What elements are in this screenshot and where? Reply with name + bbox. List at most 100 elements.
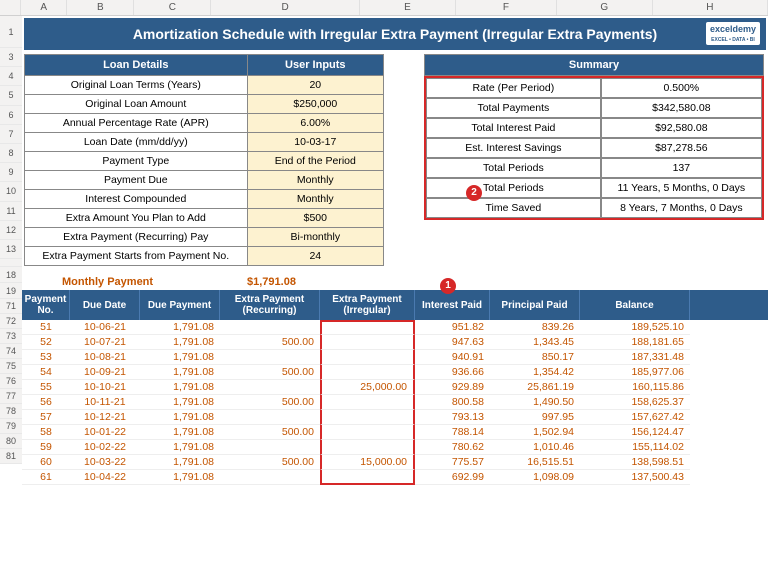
grid-cell[interactable]: 10-11-21: [70, 395, 140, 410]
grid-cell[interactable]: 1,098.09: [490, 470, 580, 485]
grid-cell[interactable]: 16,515.51: [490, 455, 580, 470]
grid-cell[interactable]: 25,861.19: [490, 380, 580, 395]
grid-cell[interactable]: 55: [22, 380, 70, 395]
row-label-73[interactable]: 73: [0, 329, 22, 344]
grid-cell[interactable]: 940.91: [415, 350, 490, 365]
row-label-76[interactable]: 76: [0, 374, 22, 389]
grid-cell[interactable]: 1,791.08: [140, 365, 220, 380]
grid-cell[interactable]: 929.89: [415, 380, 490, 395]
loan-input[interactable]: Bi-monthly: [247, 228, 383, 247]
grid-cell[interactable]: [320, 395, 415, 410]
grid-cell[interactable]: 500.00: [220, 395, 320, 410]
grid-cell[interactable]: 10-02-22: [70, 440, 140, 455]
grid-cell[interactable]: [320, 470, 415, 485]
loan-input[interactable]: $500: [247, 209, 383, 228]
row-label-6[interactable]: 6: [0, 106, 22, 125]
grid-cell[interactable]: 1,791.08: [140, 320, 220, 335]
row-label-72[interactable]: 72: [0, 314, 22, 329]
row-label-12[interactable]: 12: [0, 221, 22, 240]
grid-cell[interactable]: 10-09-21: [70, 365, 140, 380]
grid-cell[interactable]: 500.00: [220, 335, 320, 350]
loan-input[interactable]: Monthly: [247, 171, 383, 190]
row-label-71[interactable]: 71: [0, 299, 22, 314]
grid-cell[interactable]: 10-12-21: [70, 410, 140, 425]
grid-cell[interactable]: 850.17: [490, 350, 580, 365]
grid-cell[interactable]: 61: [22, 470, 70, 485]
row-label-80[interactable]: 80: [0, 434, 22, 449]
grid-cell[interactable]: 839.26: [490, 320, 580, 335]
grid-cell[interactable]: [320, 425, 415, 440]
grid-cell[interactable]: 53: [22, 350, 70, 365]
grid-cell[interactable]: 1,791.08: [140, 455, 220, 470]
grid-cell[interactable]: 936.66: [415, 365, 490, 380]
grid-col-header[interactable]: Principal Paid: [490, 290, 580, 320]
grid-cell[interactable]: 1,791.08: [140, 350, 220, 365]
row-label-74[interactable]: 74: [0, 344, 22, 359]
grid-cell[interactable]: [220, 410, 320, 425]
row-label-1[interactable]: 1: [0, 16, 22, 48]
row-label-10[interactable]: 10: [0, 182, 22, 201]
grid-cell[interactable]: 185,977.06: [580, 365, 690, 380]
grid-cell[interactable]: 780.62: [415, 440, 490, 455]
row-label-19[interactable]: 19: [0, 283, 22, 299]
grid-col-header[interactable]: Extra Payment (Irregular): [320, 290, 415, 320]
grid-cell[interactable]: 155,114.02: [580, 440, 690, 455]
loan-input[interactable]: 6.00%: [247, 114, 383, 133]
grid-cell[interactable]: 951.82: [415, 320, 490, 335]
grid-cell[interactable]: 10-01-22: [70, 425, 140, 440]
row-label-75[interactable]: 75: [0, 359, 22, 374]
grid-cell[interactable]: 10-06-21: [70, 320, 140, 335]
grid-cell[interactable]: 1,490.50: [490, 395, 580, 410]
row-label-78[interactable]: 78: [0, 404, 22, 419]
grid-cell[interactable]: [320, 350, 415, 365]
grid-cell[interactable]: 692.99: [415, 470, 490, 485]
loan-input[interactable]: 10-03-17: [247, 133, 383, 152]
row-label-11[interactable]: 11: [0, 202, 22, 221]
row-label-3[interactable]: 3: [0, 48, 22, 67]
grid-cell[interactable]: [320, 335, 415, 350]
grid-cell[interactable]: 1,791.08: [140, 335, 220, 350]
grid-cell[interactable]: 1,791.08: [140, 410, 220, 425]
grid-cell[interactable]: 500.00: [220, 425, 320, 440]
grid-cell[interactable]: 54: [22, 365, 70, 380]
row-label-8[interactable]: 8: [0, 144, 22, 163]
grid-cell[interactable]: 189,525.10: [580, 320, 690, 335]
grid-cell[interactable]: 1,791.08: [140, 425, 220, 440]
grid-cell[interactable]: 10-04-22: [70, 470, 140, 485]
grid-cell[interactable]: 15,000.00: [320, 455, 415, 470]
row-label-4[interactable]: 4: [0, 67, 22, 86]
loan-input[interactable]: 20: [247, 76, 383, 95]
col-header-D[interactable]: D: [211, 0, 360, 15]
grid-cell[interactable]: 800.58: [415, 395, 490, 410]
row-label-79[interactable]: 79: [0, 419, 22, 434]
grid-cell[interactable]: 57: [22, 410, 70, 425]
grid-cell[interactable]: 160,115.86: [580, 380, 690, 395]
grid-cell[interactable]: 775.57: [415, 455, 490, 470]
grid-cell[interactable]: 1,502.94: [490, 425, 580, 440]
grid-cell[interactable]: [320, 365, 415, 380]
grid-cell[interactable]: 158,625.37: [580, 395, 690, 410]
grid-cell[interactable]: [220, 470, 320, 485]
grid-cell[interactable]: 188,181.65: [580, 335, 690, 350]
grid-cell[interactable]: 10-07-21: [70, 335, 140, 350]
grid-col-header[interactable]: Interest Paid: [415, 290, 490, 320]
grid-cell[interactable]: 59: [22, 440, 70, 455]
grid-cell[interactable]: 10-03-22: [70, 455, 140, 470]
loan-input[interactable]: 24: [247, 247, 383, 266]
col-header-E[interactable]: E: [360, 0, 456, 15]
row-label-77[interactable]: 77: [0, 389, 22, 404]
grid-cell[interactable]: 1,354.42: [490, 365, 580, 380]
grid-cell[interactable]: 25,000.00: [320, 380, 415, 395]
grid-col-header[interactable]: Balance: [580, 290, 690, 320]
grid-cell[interactable]: 500.00: [220, 455, 320, 470]
grid-cell[interactable]: 10-10-21: [70, 380, 140, 395]
grid-cell[interactable]: [220, 320, 320, 335]
col-header-G[interactable]: G: [557, 0, 653, 15]
grid-cell[interactable]: 1,791.08: [140, 395, 220, 410]
col-header-B[interactable]: B: [67, 0, 134, 15]
grid-cell[interactable]: [220, 380, 320, 395]
grid-cell[interactable]: [320, 440, 415, 455]
grid-cell[interactable]: 788.14: [415, 425, 490, 440]
grid-cell[interactable]: 10-08-21: [70, 350, 140, 365]
row-label-5[interactable]: 5: [0, 86, 22, 105]
